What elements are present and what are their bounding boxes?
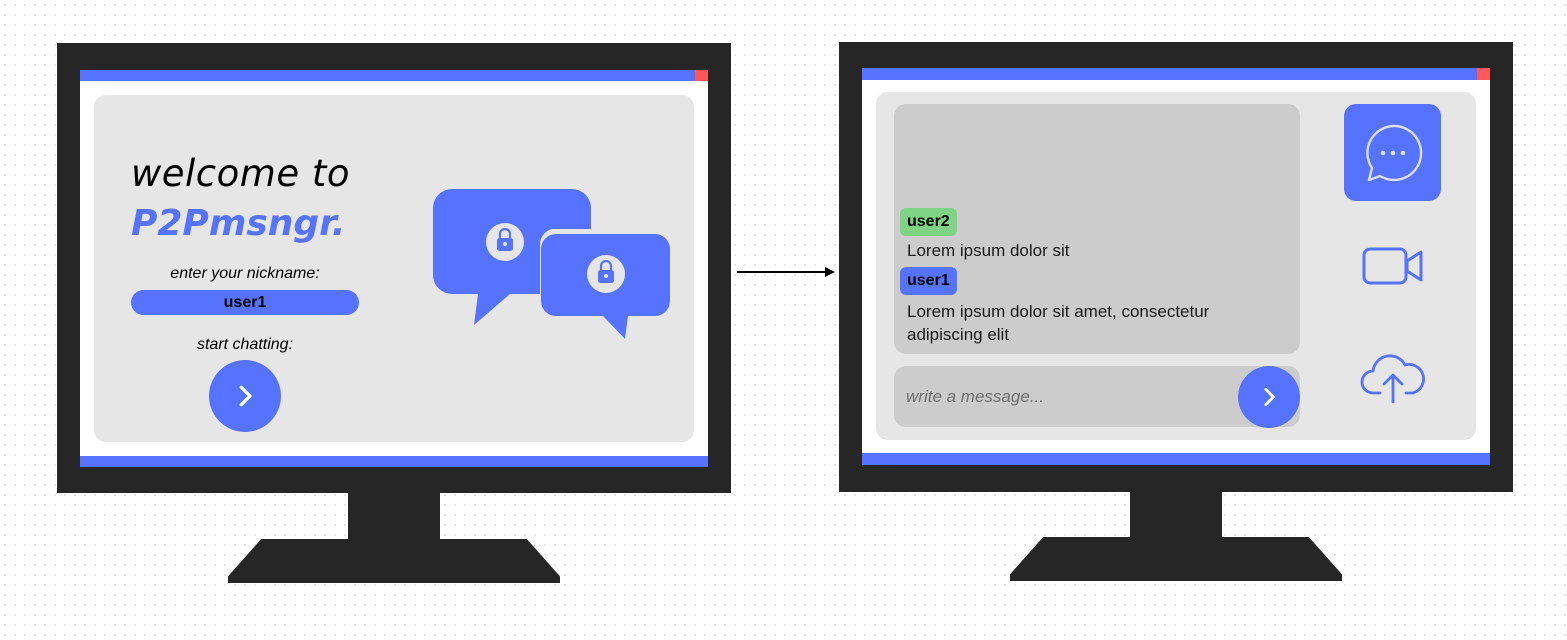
window-title-bar [862, 68, 1490, 80]
chat-window: user2 Lorem ipsum dolor sit user1 Lorem … [862, 68, 1490, 465]
monitor-neck [1130, 491, 1222, 539]
nickname-input[interactable] [131, 290, 359, 315]
login-panel: welcome to P2Pmsngr. enter your nickname… [94, 95, 694, 442]
send-button[interactable] [1238, 366, 1300, 428]
start-chatting-button[interactable] [209, 360, 281, 432]
welcome-heading: welcome to [131, 152, 350, 195]
window-bottom-bar [862, 453, 1490, 465]
monitor-stand [228, 539, 560, 583]
chat-lock-illustration [433, 189, 672, 343]
monitor-neck [348, 492, 440, 540]
lock-icon [486, 223, 524, 261]
cloud-upload-icon [1360, 354, 1425, 404]
flow-arrow [737, 267, 835, 277]
close-button[interactable] [1477, 68, 1490, 80]
login-window: welcome to P2Pmsngr. enter your nickname… [80, 70, 708, 467]
nickname-label: enter your nickname: [170, 265, 320, 282]
chat-icon [1365, 124, 1422, 181]
chat-tab-button[interactable] [1344, 104, 1441, 201]
video-camera-icon [1362, 247, 1423, 285]
window-title-bar [80, 70, 708, 81]
brand-name: P2Pmsngr. [131, 203, 346, 244]
chat-panel: user2 Lorem ipsum dolor sit user1 Lorem … [876, 92, 1476, 440]
message-input[interactable] [906, 384, 1226, 410]
chevron-right-icon [1264, 388, 1275, 406]
monitor-stand [1010, 537, 1342, 581]
message-list: user2 Lorem ipsum dolor sit user1 Lorem … [894, 104, 1300, 354]
video-call-button[interactable] [1354, 238, 1432, 294]
username-tag-user1: user1 [900, 267, 957, 295]
message-text: Lorem ipsum dolor sit amet, consectetur … [907, 302, 1210, 344]
lock-icon [587, 255, 625, 293]
start-chatting-label: start chatting: [196, 336, 294, 353]
message-text: Lorem ipsum dolor sit [907, 241, 1070, 260]
chevron-right-icon [239, 385, 252, 407]
username-tag-user2: user2 [900, 208, 957, 236]
close-button[interactable] [695, 70, 708, 81]
window-bottom-bar [80, 456, 708, 467]
upload-button[interactable] [1354, 346, 1432, 408]
